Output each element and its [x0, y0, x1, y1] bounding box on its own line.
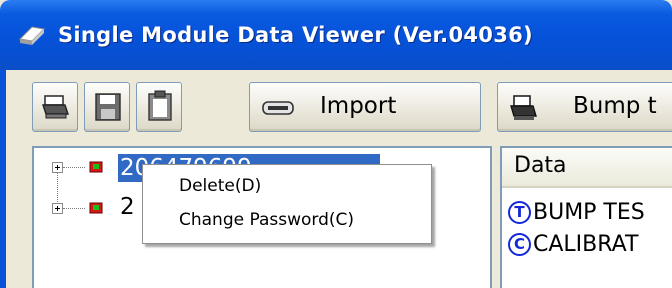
test-type-badge: T [508, 201, 531, 224]
list-item-text: BUMP TES [533, 200, 645, 225]
column-header[interactable]: Data [502, 148, 672, 188]
clipboard-icon [148, 90, 172, 121]
module-icon [89, 161, 103, 173]
list-item-text: CALIBRAT [533, 232, 639, 257]
module-icon [89, 202, 103, 214]
list-item[interactable]: T BUMP TES [508, 200, 645, 225]
import-button[interactable]: Import [249, 82, 481, 132]
clipboard-button[interactable] [136, 82, 182, 132]
app-icon [18, 26, 46, 45]
printer-icon [42, 95, 69, 119]
column-header-label: Data [514, 153, 567, 178]
save-button[interactable] [84, 82, 130, 132]
test-type-badge: C [508, 233, 531, 256]
expand-toggle-icon[interactable] [52, 203, 63, 214]
tree-connector [63, 208, 85, 209]
list-item[interactable]: C CALIBRAT [508, 232, 638, 257]
print-button[interactable] [32, 82, 78, 132]
context-menu-item-delete[interactable]: Delete(D) [179, 176, 261, 196]
data-list-panel[interactable]: Data T BUMP TES C CALIBRAT [500, 146, 672, 288]
context-menu-item-change-password[interactable]: Change Password(C) [179, 210, 354, 230]
expand-toggle-icon[interactable] [52, 162, 63, 173]
bump-test-button[interactable]: Bump t [497, 82, 672, 132]
printer-icon [510, 95, 537, 120]
tree-item-label[interactable]: 2 [120, 193, 135, 221]
tree-connector [63, 167, 85, 168]
context-menu: Delete(D) Change Password(C) [142, 164, 432, 244]
window-title: Single Module Data Viewer (Ver.04036) [58, 23, 533, 47]
floppy-disk-icon [95, 93, 121, 121]
tree-connector [57, 168, 58, 208]
title-bar[interactable]: Single Module Data Viewer (Ver.04036) [0, 0, 672, 70]
window-left-border [0, 70, 6, 288]
import-button-label: Import [320, 93, 397, 119]
bump-test-button-label: Bump t [573, 93, 657, 119]
drive-icon [262, 101, 294, 115]
